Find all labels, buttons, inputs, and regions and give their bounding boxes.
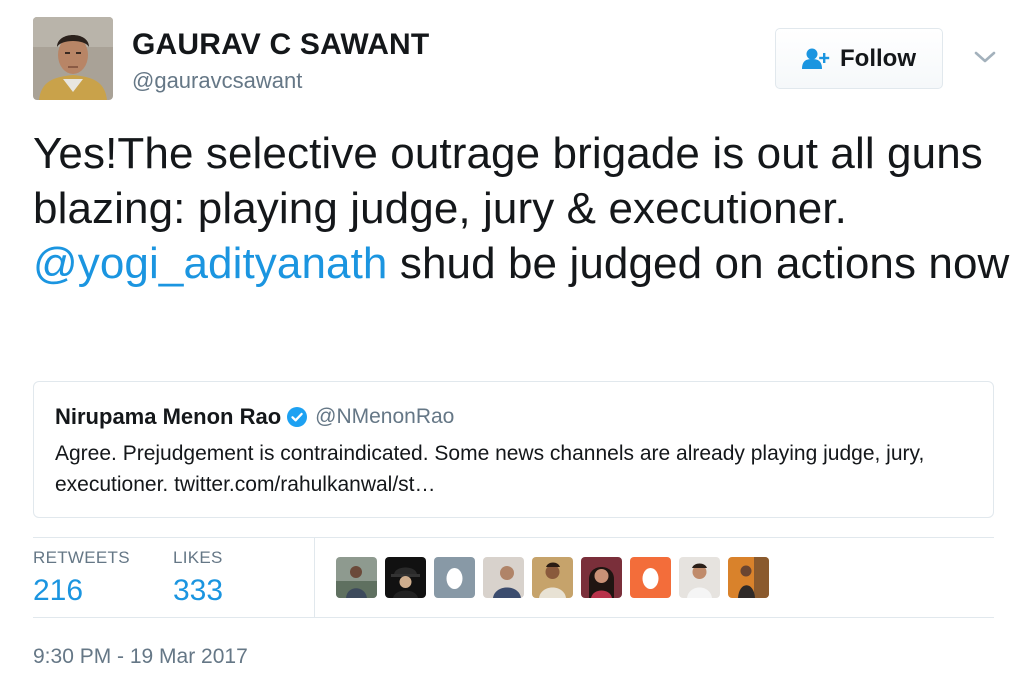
liker-avatar-icon — [483, 557, 524, 598]
tweet-text-end: shud be judged on actions now — [387, 239, 1010, 288]
liker-avatar-icon — [679, 557, 720, 598]
tweet-text-start: Yes!The selective outrage brigade is out… — [33, 129, 983, 233]
quoted-tweet-text: Agree. Prejudgement is contraindicated. … — [55, 442, 925, 496]
author-avatar[interactable] — [33, 17, 113, 100]
liker-avatar-8[interactable] — [679, 557, 720, 598]
retweets-label: RETWEETS — [33, 548, 130, 567]
quoted-tweet[interactable]: Nirupama Menon Rao @NMenonRao Agree. Pre… — [33, 381, 994, 518]
liker-avatar-5[interactable] — [532, 557, 573, 598]
liker-avatar-1[interactable] — [336, 557, 377, 598]
follow-button[interactable]: Follow — [775, 28, 943, 89]
retweets-stat[interactable]: RETWEETS 216 — [33, 548, 130, 608]
liker-avatar-3[interactable] — [434, 557, 475, 598]
follow-user-icon — [802, 48, 830, 69]
default-egg-avatar — [630, 557, 671, 598]
mention-link[interactable]: @yogi_adityanath — [33, 239, 388, 288]
verified-badge-icon — [287, 407, 308, 427]
tweet-card: GAURAV C SAWANT @gauravcsawant Follow Ye… — [0, 0, 1024, 696]
quoted-tweet-header: Nirupama Menon Rao @NMenonRao — [55, 404, 454, 430]
likes-label: LIKES — [173, 548, 223, 567]
stats-divider-bottom — [33, 617, 994, 618]
liker-avatar-icon — [385, 557, 426, 598]
stats-separator — [314, 538, 315, 617]
tweet-text: Yes!The selective outrage brigade is out… — [33, 126, 1013, 291]
quoted-author-name: Nirupama Menon Rao — [55, 404, 282, 429]
avatar-photo-icon — [33, 17, 113, 100]
author-handle[interactable]: @gauravcsawant — [132, 68, 302, 94]
liker-avatar-7[interactable] — [630, 557, 671, 598]
likes-count: 333 — [173, 574, 224, 607]
tweet-timestamp[interactable]: 9:30 PM - 19 Mar 2017 — [33, 645, 248, 669]
more-options-button[interactable] — [972, 46, 998, 68]
liker-avatar-6[interactable] — [581, 557, 622, 598]
liker-avatar-icon — [728, 557, 769, 598]
liker-avatar-9[interactable] — [728, 557, 769, 598]
liker-avatar-icon — [532, 557, 573, 598]
likes-stat[interactable]: LIKES 333 — [173, 548, 223, 608]
liker-avatar-icon — [581, 557, 622, 598]
liker-avatars — [336, 557, 769, 598]
quoted-author-handle: @NMenonRao — [315, 405, 455, 428]
chevron-down-icon — [974, 51, 996, 63]
retweets-count: 216 — [33, 574, 84, 607]
follow-button-label: Follow — [840, 44, 916, 72]
liker-avatar-4[interactable] — [483, 557, 524, 598]
default-egg-avatar — [434, 557, 475, 598]
liker-avatar-icon — [336, 557, 377, 598]
author-display-name[interactable]: GAURAV C SAWANT — [132, 28, 429, 62]
liker-avatar-2[interactable] — [385, 557, 426, 598]
stats-divider-top — [33, 537, 994, 538]
